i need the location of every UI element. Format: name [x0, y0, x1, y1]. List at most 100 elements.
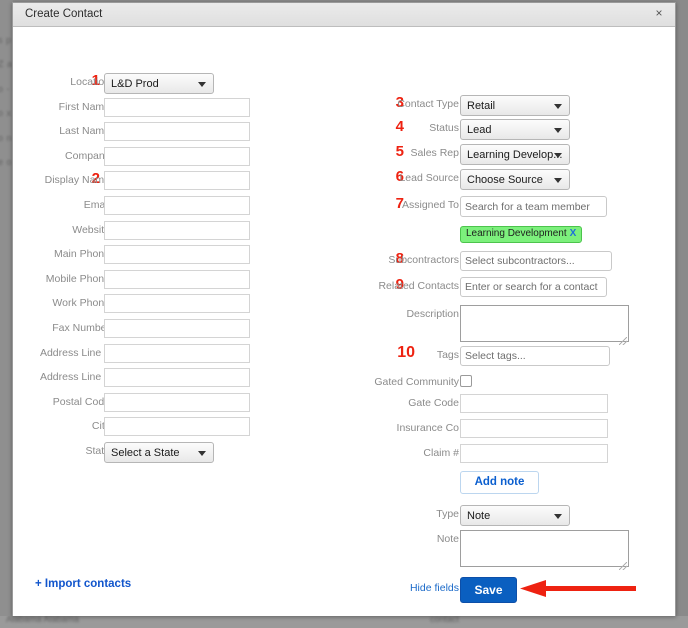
fax-number-input[interactable]	[104, 319, 250, 338]
status-select[interactable]: Lead	[460, 119, 570, 140]
label-insurance-co: Insurance Co	[396, 422, 459, 434]
label-website: Website	[72, 223, 110, 236]
close-icon[interactable]: ×	[652, 7, 666, 21]
main-phone-input[interactable]	[104, 245, 250, 265]
label-related-contacts: Related Contacts	[378, 280, 459, 292]
sales-rep-value: Learning Develop...	[467, 149, 563, 161]
chevron-down-icon	[198, 82, 206, 87]
mobile-phone-input[interactable]	[104, 269, 250, 289]
display-name-input[interactable]	[104, 171, 250, 191]
field-row-tags: 10 Tags	[353, 345, 677, 366]
chevron-down-icon	[554, 178, 562, 183]
label-subcontractors: Subcontractors	[388, 254, 459, 266]
city-input[interactable]	[104, 417, 250, 437]
website-input[interactable]	[104, 220, 250, 240]
label-contact-type: Contact Type	[397, 98, 459, 110]
chevron-down-icon	[554, 128, 562, 133]
field-row-lead-source: 6 Lead Source Choose Source	[353, 169, 677, 190]
address-line-1-input[interactable]	[104, 343, 250, 363]
label-city: City	[91, 420, 110, 433]
last-name-input[interactable]	[104, 122, 250, 142]
tag-remove-icon[interactable]: X	[570, 228, 577, 239]
field-row-sales-rep: 5 Sales Rep Learning Develop...	[353, 144, 677, 165]
related-contacts-input[interactable]	[460, 277, 607, 297]
label-note: Note	[436, 533, 459, 545]
subcontractors-input[interactable]	[460, 251, 612, 271]
field-row-address-line-2: Address Line 2	[13, 368, 353, 388]
field-row-fax-number: Fax Number	[13, 319, 353, 339]
claim-number-input[interactable]	[460, 444, 608, 463]
lead-source-select[interactable]: Choose Source	[460, 169, 570, 190]
work-phone-input[interactable]	[104, 294, 250, 314]
field-row-website: Website	[13, 220, 353, 241]
tags-input[interactable]	[460, 346, 610, 366]
first-name-input[interactable]	[104, 97, 250, 117]
label-display-name: Display Name	[44, 174, 110, 187]
insurance-co-input[interactable]	[460, 419, 608, 438]
field-row-first-name: First Name	[13, 97, 353, 118]
email-input[interactable]	[104, 196, 250, 215]
assigned-to-tag-row: Learning Development X	[353, 223, 677, 243]
assigned-to-tag[interactable]: Learning Development X	[460, 223, 583, 243]
add-note-button[interactable]: Add note	[460, 471, 539, 494]
modal-title: Create Contact	[25, 8, 103, 20]
note-wrap	[460, 530, 629, 572]
state-value: Select a State	[111, 447, 180, 459]
label-last-name: Last Name	[59, 125, 110, 138]
label-tags: Tags	[436, 349, 459, 361]
chevron-down-icon	[554, 104, 562, 109]
sales-rep-select[interactable]: Learning Develop...	[460, 144, 570, 165]
field-row-display-name: 2 Display Name	[13, 171, 353, 191]
backdrop-bottom-strip: Alabama Alabama contact	[0, 616, 688, 628]
chevron-down-icon	[554, 514, 562, 519]
add-note-row: Add note	[353, 471, 677, 495]
field-row-location: 1 Location L&D Prod	[13, 73, 353, 94]
label-description: Description	[406, 308, 459, 320]
label-address-line-2: Address Line 2	[39, 371, 110, 384]
label-gated-community: Gated Community	[374, 376, 459, 388]
description-textarea[interactable]	[460, 305, 629, 342]
company-input[interactable]	[104, 146, 250, 166]
hide-fields-link[interactable]: Hide fields	[309, 582, 459, 594]
backdrop-bottom-blur-text-2: contact	[430, 616, 460, 624]
label-sales-rep: Sales Rep	[410, 147, 459, 159]
label-company: Company	[65, 149, 110, 162]
label-work-phone: Work Phone	[52, 297, 110, 310]
field-row-claim-number: Claim #	[353, 444, 677, 464]
label-mobile-phone: Mobile Phone	[45, 272, 110, 285]
address-line-2-input[interactable]	[104, 368, 250, 388]
field-row-gate-code: Gate Code	[353, 394, 677, 414]
tag-label: Learning Development	[466, 228, 567, 239]
field-row-insurance-co: Insurance Co	[353, 419, 677, 439]
label-state: State	[85, 445, 110, 457]
gated-community-checkbox[interactable]	[460, 375, 472, 387]
label-first-name: First Name	[58, 100, 110, 113]
save-button[interactable]: Save	[460, 577, 517, 603]
import-contacts-link[interactable]: + Import contacts	[35, 578, 131, 590]
field-row-email: Email	[13, 196, 353, 216]
type-select[interactable]: Note	[460, 505, 570, 526]
lead-source-value: Choose Source	[467, 174, 543, 186]
modal-titlebar: Create Contact ×	[13, 3, 675, 27]
label-fax-number: Fax Number	[52, 322, 110, 334]
location-select[interactable]: L&D Prod	[104, 73, 214, 94]
note-textarea[interactable]	[460, 530, 629, 567]
field-row-address-line-1: Address Line 1	[13, 343, 353, 364]
field-row-company: Company	[13, 146, 353, 167]
label-claim-number: Claim #	[423, 447, 459, 459]
field-row-postal-code: Postal Code	[13, 392, 353, 413]
contact-type-select[interactable]: Retail	[460, 95, 570, 116]
field-row-main-phone: Main Phone	[13, 245, 353, 265]
field-row-gated-community: Gated Community	[353, 373, 677, 393]
postal-code-input[interactable]	[104, 392, 250, 412]
red-arrow-annotation	[520, 580, 636, 597]
label-postal-code: Postal Code	[52, 395, 110, 408]
label-email: Email	[83, 199, 110, 211]
label-location: Location	[70, 76, 110, 88]
label-type: Type	[436, 508, 459, 520]
backdrop-bottom-blur-text: Alabama Alabama	[6, 616, 80, 624]
state-select[interactable]: Select a State	[104, 442, 214, 463]
contact-form: 1 Location L&D Prod First Name Last Name Comp…	[13, 27, 675, 616]
gate-code-input[interactable]	[460, 394, 608, 413]
assigned-to-input[interactable]	[460, 196, 607, 217]
